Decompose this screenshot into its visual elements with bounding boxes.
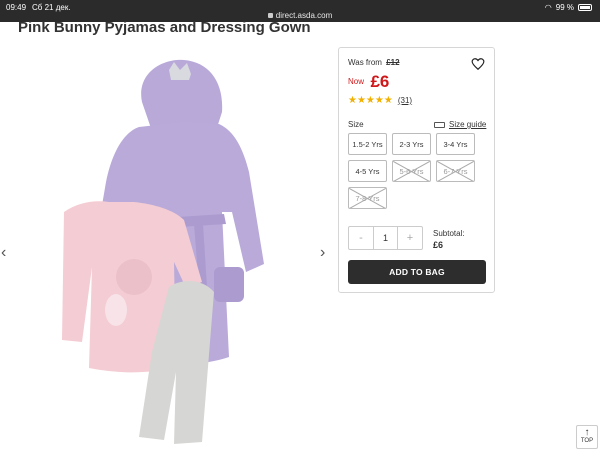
arrow-up-icon: ↑	[584, 427, 590, 438]
top-print-stars	[116, 259, 152, 295]
buy-panel: Was from £12 Now £6 ★★★★★ (31) Size Size…	[338, 47, 495, 293]
was-price: £12	[386, 58, 400, 67]
top-print-bunny	[105, 294, 127, 326]
size-option-unavailable[interactable]: 6-7 Yrs	[436, 160, 475, 182]
next-image-chevron-icon[interactable]: ›	[320, 245, 330, 261]
battery-icon	[578, 4, 592, 11]
size-guide-link[interactable]: Size guide	[434, 120, 486, 129]
back-to-top-button[interactable]: ↑ TOP	[576, 425, 598, 449]
subtotal: Subtotal: £6	[433, 229, 465, 250]
lock-icon	[267, 13, 273, 18]
now-price-line: Now £6	[348, 72, 389, 92]
subtotal-value: £6	[433, 240, 444, 250]
now-price: £6	[370, 72, 390, 91]
top-label: TOP	[580, 438, 594, 444]
wishlist-heart-icon[interactable]	[471, 57, 485, 71]
size-option-unavailable[interactable]: 7-8 Yrs	[348, 187, 387, 209]
size-label: Size	[348, 120, 364, 129]
rating-stars-icon: ★★★★★	[348, 95, 393, 106]
add-to-bag-button[interactable]: ADD TO BAG	[348, 260, 486, 284]
quantity-stepper: - 1 +	[348, 226, 423, 250]
increase-quantity-button[interactable]: +	[398, 227, 422, 249]
size-guide-text: Size guide	[449, 120, 487, 129]
product-image[interactable]	[24, 52, 314, 447]
review-count-link[interactable]: (31)	[398, 96, 412, 105]
was-label: Was from	[348, 58, 382, 67]
subtotal-label: Subtotal:	[433, 229, 465, 238]
size-option[interactable]: 2-3 Yrs	[392, 133, 431, 155]
product-title: Pink Bunny Pyjamas and Dressing Gown	[18, 19, 311, 36]
wifi-icon: ◠	[544, 3, 552, 12]
gown-pocket	[214, 267, 244, 302]
ruler-icon	[434, 121, 445, 128]
decrease-quantity-button[interactable]: -	[349, 227, 373, 249]
rating: ★★★★★ (31)	[348, 95, 412, 106]
size-options: 1.5-2 Yrs 2-3 Yrs 3-4 Yrs 4-5 Yrs 5-6 Yr…	[348, 133, 475, 209]
status-indicators: ◠ 99 %	[545, 3, 592, 12]
size-option[interactable]: 4-5 Yrs	[348, 160, 387, 182]
was-price-line: Was from £12	[348, 58, 400, 67]
size-option[interactable]: 3-4 Yrs	[436, 133, 475, 155]
previous-image-chevron-icon[interactable]: ‹	[1, 245, 11, 261]
battery-percent: 99 %	[555, 3, 574, 12]
now-label: Now	[348, 77, 365, 86]
size-option[interactable]: 1.5-2 Yrs	[348, 133, 387, 155]
quantity-input[interactable]: 1	[373, 227, 398, 249]
size-option-unavailable[interactable]: 5-6 Yrs	[392, 160, 431, 182]
